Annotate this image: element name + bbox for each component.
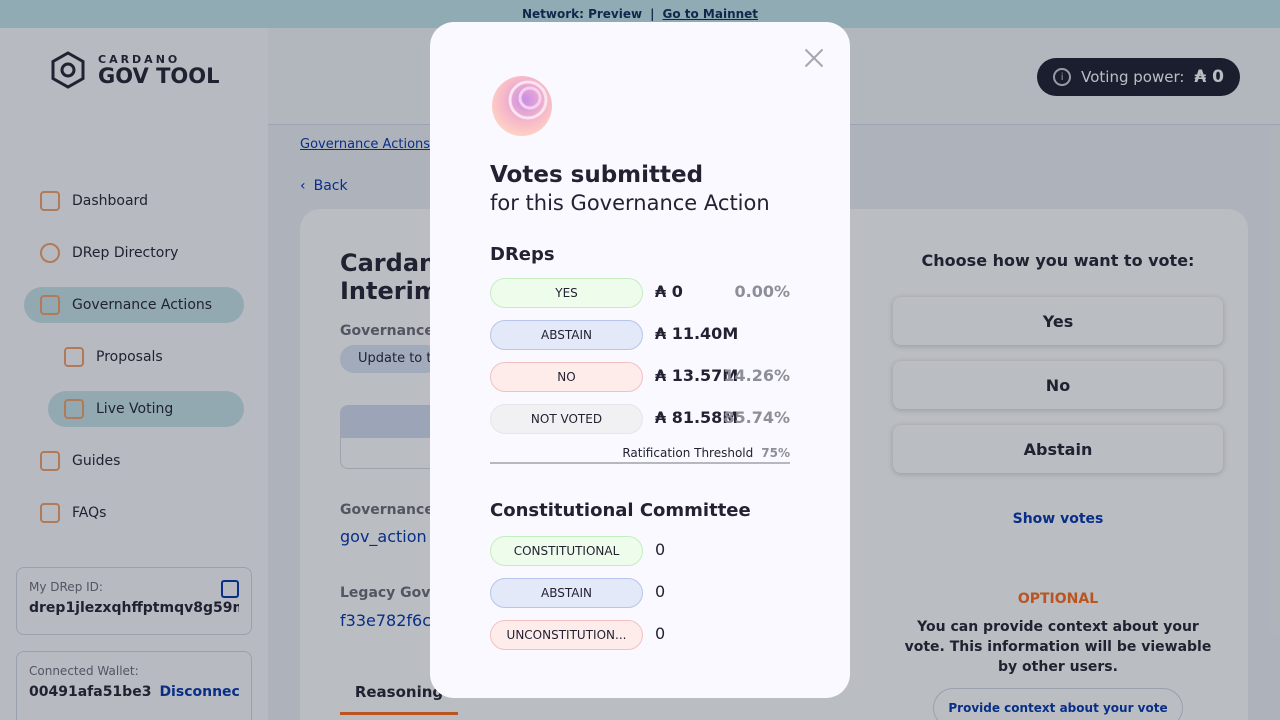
votes-orb-icon <box>492 76 552 136</box>
drep-vote-row: ABSTAIN ₳ 11.40M <box>490 320 790 350</box>
ratification-threshold: Ratification Threshold 75% <box>490 446 790 464</box>
threshold-value: 75% <box>761 446 790 460</box>
modal-title: Votes submitted <box>490 162 704 188</box>
vote-label-pill: CONSTITUTIONAL <box>490 536 643 566</box>
cc-vote-row: UNCONSTITUTION... 0 <box>490 620 790 650</box>
vote-label-pill: NO <box>490 362 643 392</box>
votes-submitted-modal: Votes submitted for this Governance Acti… <box>430 22 850 698</box>
modal-subtitle: for this Governance Action <box>490 191 770 215</box>
vote-amount: 0 <box>655 624 666 643</box>
vote-label-pill: ABSTAIN <box>490 578 643 608</box>
vote-amount: ₳ 11.40M <box>655 324 739 343</box>
vote-label-pill: YES <box>490 278 643 308</box>
threshold-label: Ratification Threshold <box>622 446 754 460</box>
cc-vote-row: CONSTITUTIONAL 0 <box>490 536 790 566</box>
vote-amount: 0 <box>655 540 666 559</box>
drep-vote-row: NO ₳ 13.57M 14.26% <box>490 362 790 392</box>
drep-vote-row: NOT VOTED ₳ 81.58M 85.74% <box>490 404 790 434</box>
vote-percentage: 85.74% <box>723 408 790 427</box>
close-icon[interactable] <box>804 48 824 68</box>
vote-label-pill: ABSTAIN <box>490 320 643 350</box>
vote-amount: ₳ 0 <box>655 282 683 301</box>
vote-percentage: 14.26% <box>723 366 790 385</box>
vote-label-pill: UNCONSTITUTION... <box>490 620 643 650</box>
cc-vote-row: ABSTAIN 0 <box>490 578 790 608</box>
vote-label-pill: NOT VOTED <box>490 404 643 434</box>
cc-heading: Constitutional Committee <box>490 500 751 521</box>
dreps-heading: DReps <box>490 244 555 265</box>
vote-percentage: 0.00% <box>734 282 790 301</box>
vote-amount: 0 <box>655 582 666 601</box>
drep-vote-row: YES ₳ 0 0.00% <box>490 278 790 308</box>
